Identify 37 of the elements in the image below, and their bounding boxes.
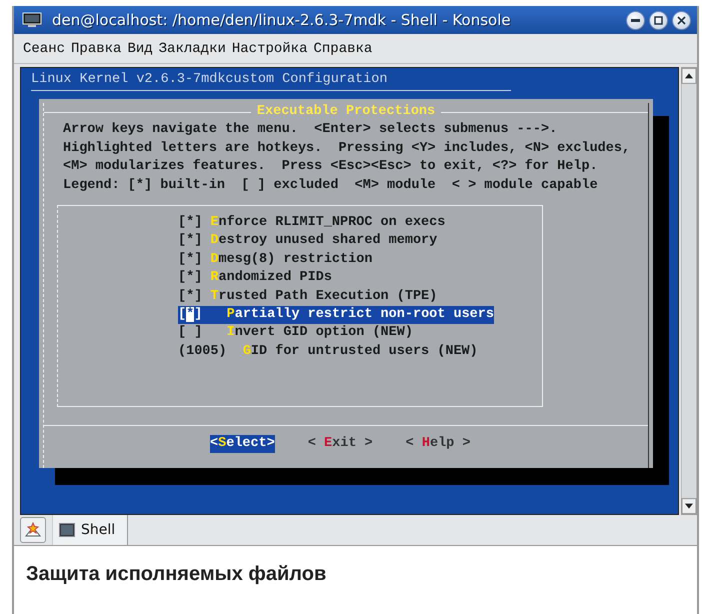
menu-item[interactable]: Справка: [310, 38, 376, 60]
menu-option[interactable]: [ ] Invert GID option (NEW): [178, 324, 413, 343]
menu-item[interactable]: Закладки: [156, 38, 229, 60]
help-text: Arrow keys navigate the menu. <Enter> selects submenus --->.: [62, 121, 558, 140]
figure-caption: Защита исполняемых файлов: [26, 563, 326, 585]
star-icon: [24, 522, 42, 538]
menu-option[interactable]: [*] Randomized PIDs: [178, 269, 332, 288]
session-tab[interactable]: Shell: [52, 515, 128, 545]
menu-option[interactable]: (1005) GID for untrusted users (NEW): [178, 342, 478, 362]
menu-item[interactable]: Правка: [68, 38, 124, 60]
dialog-button[interactable]: < Exit >: [308, 435, 373, 454]
menu-option[interactable]: [*] Dmesg(8) restriction: [178, 250, 372, 270]
close-button[interactable]: [672, 10, 691, 30]
terminal-icon: [59, 523, 75, 537]
menu-item[interactable]: Вид: [124, 38, 156, 60]
minimize-icon: [631, 18, 640, 22]
menu-option[interactable]: [*] Enforce RLIMIT_NPROC on execs: [178, 214, 446, 232]
dialog-button[interactable]: < Help >: [406, 435, 470, 454]
menu-item[interactable]: Сеанс: [20, 38, 68, 60]
menu-option[interactable]: [*] Destroy unused shared memory: [178, 232, 438, 251]
dialog-title: Executable Protections: [256, 103, 436, 122]
menu-option[interactable]: [*] Partially restrict non-root users: [178, 306, 494, 324]
scrollbar[interactable]: [681, 67, 697, 515]
minimize-button[interactable]: [626, 10, 645, 30]
menu-option[interactable]: [*] Trusted Path Execution (TPE): [178, 288, 438, 306]
close-icon: [677, 16, 686, 24]
help-text: <M> modularizes features. Press <Esc><Esc> to exit, <?> for Help.: [62, 158, 599, 176]
maximize-button[interactable]: [649, 10, 668, 30]
window-title: den@localhost: /home/den/linux-2.6.3-7mdk - Shell - Konsole: [52, 11, 512, 29]
help-text: Legend: [*] built-in [ ] excluded <M> module < > module capable: [62, 176, 599, 195]
dialog-button[interactable]: <Select>: [210, 435, 275, 454]
maximize-icon: [654, 16, 663, 24]
terminal-icon: [22, 12, 42, 28]
config-header: Linux Kernel v2.6.3-7mdkcustom Configuration: [31, 71, 388, 89]
help-text: Highlighted letters are hotkeys. Pressing <Y> includes, <N> excludes,: [62, 140, 632, 158]
menu-item[interactable]: Настройка: [228, 38, 310, 60]
new-session-button[interactable]: [20, 517, 46, 543]
